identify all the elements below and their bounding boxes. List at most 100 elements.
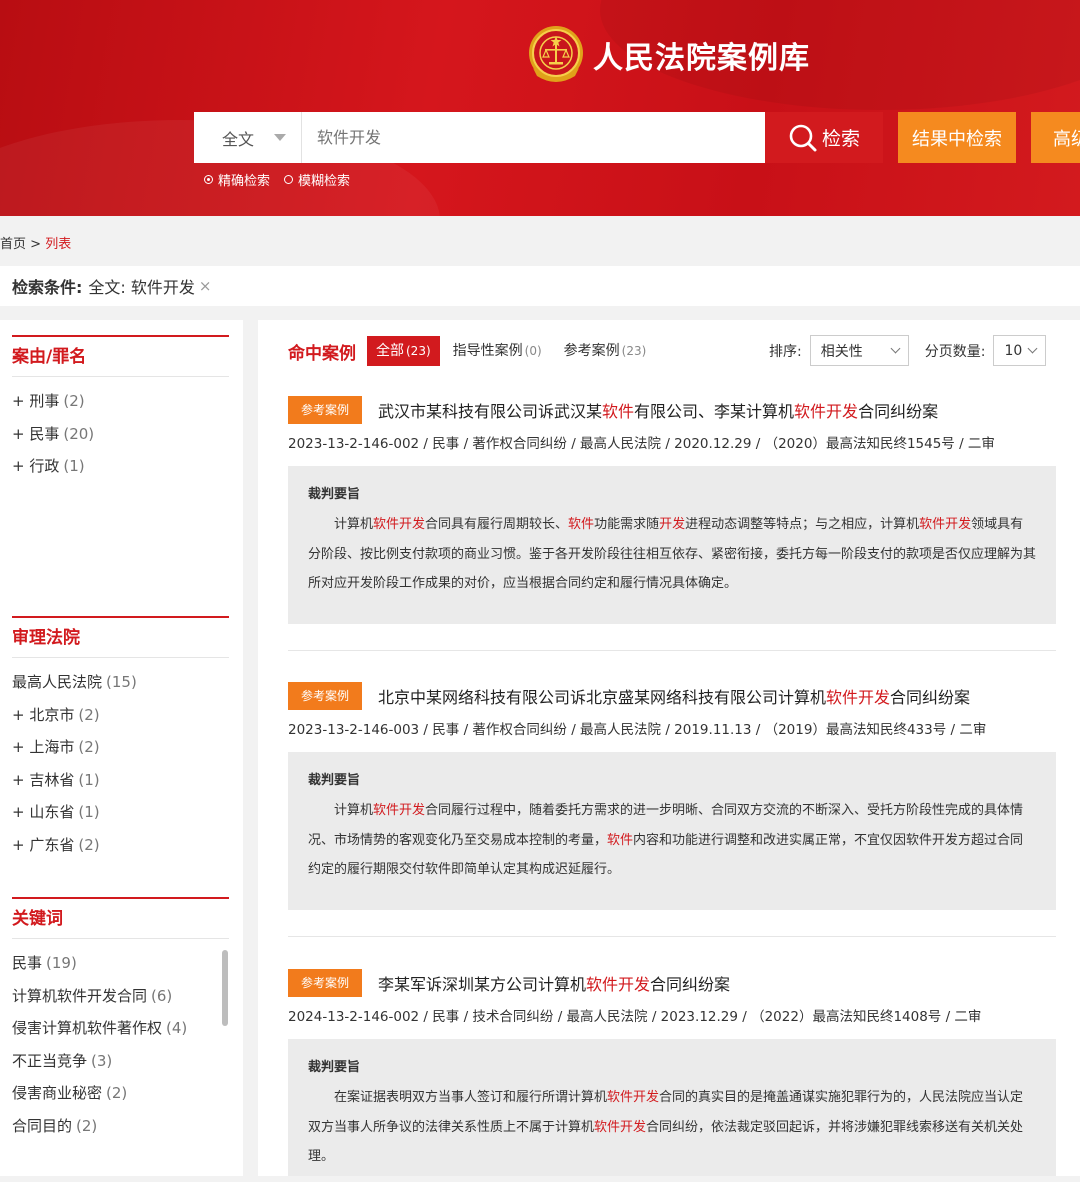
- results-panel: 命中案例 全部 (23) 指导性案例 (0) 参考案例 (23) 排序: 相关性 分页…: [258, 320, 1080, 1176]
- summary-title: 裁判要旨: [308, 487, 361, 502]
- facet-title: 审理法院: [12, 618, 229, 658]
- highlight-term: 软件开发: [826, 688, 891, 707]
- result-tabs: 命中案例 全部 (23) 指导性案例 (0) 参考案例 (23): [288, 336, 659, 366]
- facet-section-cause: 案由/罪名 + 刑事 (2) + 民事 (20) + 行政 (1): [12, 335, 229, 483]
- title-text: 合同纠纷案: [650, 975, 731, 994]
- facet-item[interactable]: 侵害商业秘密 (2): [12, 1077, 229, 1110]
- search-button[interactable]: 检索: [765, 112, 883, 163]
- highlight-term: 软件开发: [373, 517, 426, 532]
- case-card: 参考案例 武汉市某科技有限公司诉武汉某软件有限公司、李某计算机软件开发合同纠纷案 2…: [288, 396, 1056, 624]
- facet-item[interactable]: + 刑事 (2): [12, 385, 229, 418]
- exact-search-radio[interactable]: 精确检索: [204, 170, 270, 189]
- title-text: 合同纠纷案: [890, 688, 971, 707]
- advanced-search-button[interactable]: 高级检索: [1031, 112, 1080, 163]
- breadcrumb-home[interactable]: 首页: [0, 237, 26, 252]
- chevron-down-icon: [890, 343, 901, 354]
- remove-condition-icon[interactable]: ×: [199, 277, 212, 295]
- highlight-term: 软件开发: [373, 803, 426, 818]
- facet-item[interactable]: + 广东省 (2): [12, 829, 229, 862]
- card-divider: [288, 936, 1056, 937]
- facet-item[interactable]: 侵害计算机软件著作权 (4): [12, 1012, 229, 1045]
- condition-value: 全文: 软件开发: [88, 278, 195, 297]
- summary-segment: 合同具有履行周期较长、: [425, 517, 569, 532]
- search-conditions-bar: 检索条件: 全文: 软件开发 ×: [0, 266, 1080, 306]
- facet-item[interactable]: 最高人民法院 (15): [12, 666, 229, 699]
- facet-item[interactable]: + 北京市 (2): [12, 699, 229, 732]
- highlight-term: 开发: [659, 517, 686, 532]
- case-title-link[interactable]: 北京中某网络科技有限公司诉北京盛某网络科技有限公司计算机软件开发合同纠纷案: [378, 684, 970, 708]
- facet-title: 案由/罪名: [12, 337, 229, 377]
- case-card: 参考案例 李某军诉深圳某方公司计算机软件开发合同纠纷案 2024-13-2-146-…: [288, 969, 1056, 1176]
- facet-item[interactable]: 计算机软件开发合同 (6): [12, 980, 229, 1013]
- radio-unchecked-icon: [284, 175, 294, 184]
- facet-item[interactable]: + 民事 (20): [12, 418, 229, 451]
- case-card: 参考案例 北京中某网络科技有限公司诉北京盛某网络科技有限公司计算机软件开发合同纠纷…: [288, 682, 1056, 910]
- tab-all[interactable]: 全部 (23): [367, 336, 440, 366]
- case-title-link[interactable]: 李某军诉深圳某方公司计算机软件开发合同纠纷案: [378, 971, 730, 995]
- header-banner: 人民法院案例库 全文 检索 结果中检索 高级检索 精确检索 模糊检索: [0, 0, 1080, 216]
- facet-item[interactable]: 不正当竞争 (3): [12, 1045, 229, 1078]
- breadcrumb: 首页 > 列表: [0, 237, 72, 252]
- summary-text: 计算机软件开发合同履行过程中，随着委托方需求的进一步明晰、合同双方交流的不断深入…: [308, 796, 1036, 885]
- summary-segment: 功能需求随: [594, 517, 660, 532]
- summary-title: 裁判要旨: [308, 1060, 361, 1075]
- case-title-link[interactable]: 武汉市某科技有限公司诉武汉某软件有限公司、李某计算机软件开发合同纠纷案: [378, 398, 938, 422]
- site-logo[interactable]: 人民法院案例库: [527, 24, 810, 86]
- title-text: 李某军诉深圳某方公司计算机: [378, 975, 587, 994]
- case-type-badge: 参考案例: [288, 396, 362, 424]
- case-summary: 裁判要旨在案证据表明双方当事人签订和履行所谓计算机软件开发合同的真实目的是掩盖通…: [288, 1039, 1056, 1176]
- caret-down-icon: [274, 134, 287, 141]
- card-divider: [288, 650, 1056, 651]
- title-text: 北京中某网络科技有限公司诉北京盛某网络科技有限公司计算机: [378, 688, 827, 707]
- sort-select[interactable]: 相关性: [809, 335, 909, 366]
- breadcrumb-current: 列表: [45, 237, 72, 252]
- facet-item[interactable]: 合同目的 (2): [12, 1110, 229, 1143]
- case-meta: 2023-13-2-146-003 / 民事 / 著作权合同纠纷 / 最高人民法…: [288, 722, 987, 738]
- search-input[interactable]: [302, 112, 765, 163]
- highlight-term: 软件: [602, 402, 635, 421]
- summary-text: 在案证据表明双方当事人签订和履行所谓计算机软件开发合同的真实目的是掩盖通谋实施犯…: [308, 1083, 1036, 1172]
- conditions-label: 检索条件:: [12, 278, 83, 297]
- search-mode-group: 精确检索 模糊检索: [204, 170, 364, 189]
- summary-segment: 进程动态调整等特点；与之相应，计算机: [685, 517, 920, 532]
- highlight-term: 软件开发: [607, 1090, 660, 1105]
- search-bar: 全文: [194, 112, 765, 163]
- facet-section-court: 审理法院 最高人民法院 (15) + 北京市 (2) + 上海市 (2) + 吉林省(…: [12, 616, 229, 861]
- highlight-term: 软件: [568, 517, 595, 532]
- search-button-label: 检索: [821, 128, 860, 150]
- highlight-term: 软件开发: [586, 975, 651, 994]
- chevron-down-icon: [1027, 343, 1038, 354]
- highlight-term: 软件: [607, 832, 634, 848]
- sort-label: 排序:: [769, 343, 802, 360]
- highlight-term: 软件开发: [794, 402, 859, 421]
- facet-section-keywords: 关键词 民事 (19) 计算机软件开发合同 (6) 侵害计算机软件著作权 (4) 不正…: [12, 897, 229, 1142]
- search-in-results-button[interactable]: 结果中检索: [898, 112, 1016, 163]
- case-meta: 2024-13-2-146-002 / 民事 / 技术合同纠纷 / 最高人民法院…: [288, 1009, 982, 1025]
- case-meta: 2023-13-2-146-002 / 民事 / 著作权合同纠纷 / 最高人民法…: [288, 436, 995, 452]
- summary-segment: 计算机: [334, 803, 374, 818]
- search-icon: [789, 124, 817, 151]
- highlight-term: 软件开发: [919, 517, 972, 532]
- search-scope-select[interactable]: 全文: [194, 112, 302, 163]
- fuzzy-search-radio[interactable]: 模糊检索: [284, 170, 350, 189]
- facet-item[interactable]: + 行政 (1): [12, 450, 229, 483]
- summary-segment: 计算机: [334, 517, 374, 532]
- page-size-select[interactable]: 10: [993, 335, 1047, 366]
- summary-title: 裁判要旨: [308, 773, 361, 788]
- facet-item[interactable]: + 吉林省 (1): [12, 764, 229, 797]
- title-text: 合同纠纷案: [858, 402, 939, 421]
- facet-item[interactable]: + 山东省 (1): [12, 796, 229, 829]
- tab-reference-cases[interactable]: 参考案例 (23): [555, 336, 656, 366]
- facet-item[interactable]: 民事 (19): [12, 947, 229, 980]
- keywords-scrollbar[interactable]: [222, 950, 228, 1026]
- radio-checked-icon: [204, 175, 213, 184]
- facet-title: 关键词: [12, 899, 229, 939]
- case-type-badge: 参考案例: [288, 682, 362, 710]
- search-scope-value: 全文: [222, 129, 255, 149]
- tab-guiding-cases[interactable]: 指导性案例 (0): [444, 336, 551, 366]
- facet-item[interactable]: + 上海市 (2): [12, 731, 229, 764]
- summary-text: 计算机软件开发合同具有履行周期较长、软件功能需求随开发进程动态调整等特点；与之相…: [308, 510, 1036, 599]
- summary-segment: 在案证据表明双方当事人签订和履行所谓计算机: [334, 1090, 608, 1105]
- filter-sidebar: 案由/罪名 + 刑事 (2) + 民事 (20) + 行政 (1) 审理法院 最高人民…: [0, 320, 243, 1176]
- sort-controls: 排序: 相关性 分页数量: 10: [769, 335, 1047, 366]
